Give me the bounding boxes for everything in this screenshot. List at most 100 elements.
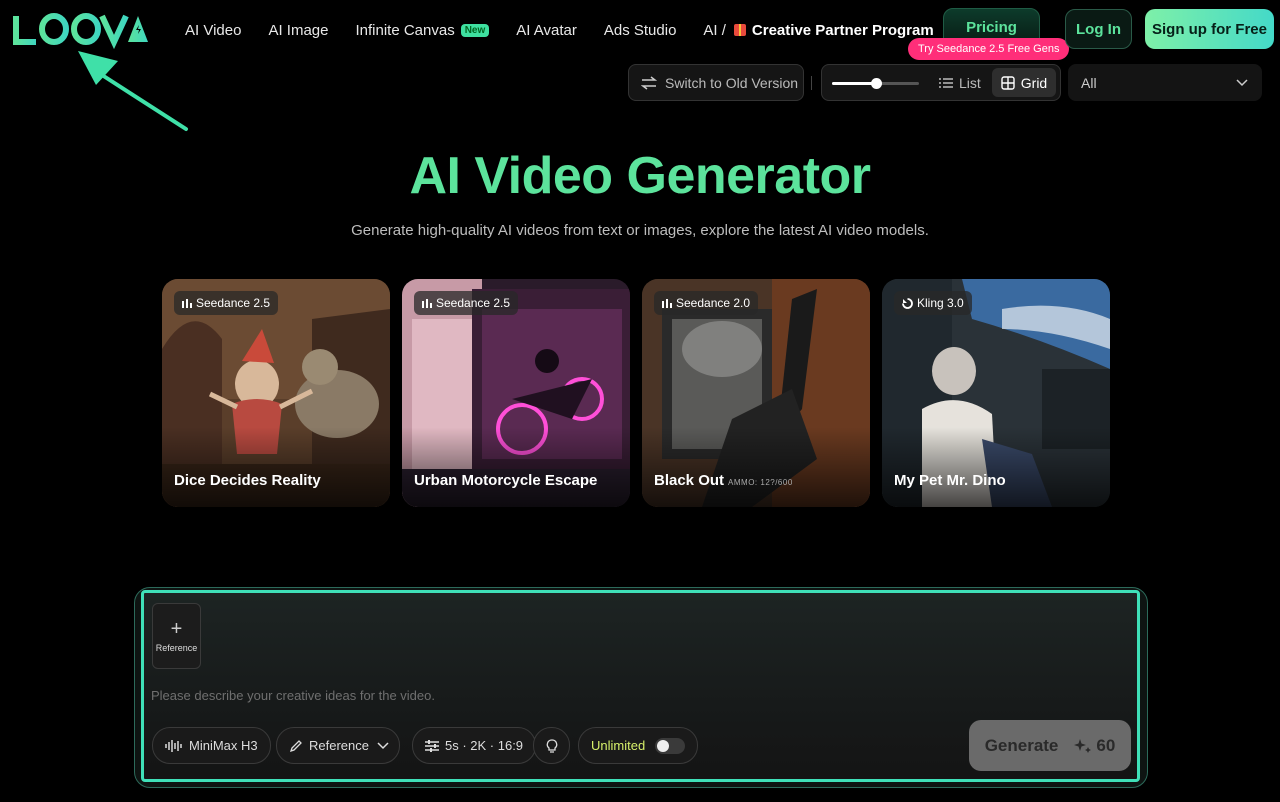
reference-mode-chip[interactable]: Reference (276, 727, 400, 764)
nav-item-infinite-canvas[interactable]: Infinite Canvas New (355, 21, 490, 39)
view-list-button[interactable]: List (939, 65, 981, 100)
nav-item-creative-partner[interactable]: Creative Partner Program (730, 22, 934, 39)
video-settings-chip[interactable]: 5s · 2K · 16:9 (412, 727, 537, 764)
switch-old-version-button[interactable]: Switch to Old Version (628, 64, 804, 101)
card-title-text: Urban Motorcycle Escape (414, 472, 598, 489)
main-nav: AI Video AI Image Infinite Canvas New AI … (185, 20, 961, 40)
switch-label: Switch to Old Version (665, 74, 799, 91)
credit-cost: 60 (1074, 736, 1115, 756)
filter-value: All (1081, 74, 1097, 91)
gift-icon (733, 24, 746, 36)
zoom-slider[interactable] (832, 78, 919, 89)
nav-item-ai-avatar[interactable]: AI Avatar (516, 22, 577, 39)
nav-item-ai-more[interactable]: AI / (703, 22, 726, 39)
credit-cost-value: 60 (1096, 735, 1116, 755)
card-title-text: Black Out (654, 472, 725, 489)
card-shade (882, 427, 1110, 507)
grid-icon (1001, 75, 1015, 90)
sliders-icon (425, 739, 439, 752)
card-title: Black Out AMMO: 12?/600 (654, 472, 793, 489)
loova-logo[interactable] (10, 10, 150, 50)
nav-item-ai-video[interactable]: AI Video (185, 22, 241, 39)
nav-label: Infinite Canvas (355, 21, 455, 39)
nav-label: Creative Partner Program (751, 21, 934, 39)
chevron-down-icon (377, 741, 389, 749)
sparkle-icon (1074, 738, 1092, 753)
promo-badge[interactable]: Try Seedance 2.5 Free Gens (908, 38, 1070, 60)
chevron-down-icon (1236, 78, 1248, 86)
page-subtitle: Generate high-quality AI videos from tex… (351, 222, 929, 239)
model-tag-label: Seedance 2.5 (436, 296, 511, 310)
nav-label: AI Image (268, 21, 329, 39)
page-title: AI Video Generator (409, 147, 871, 205)
ammo-overlay-text: AMMO: 12?/600 (728, 478, 793, 487)
model-tag: Seedance 2.5 (174, 291, 279, 315)
model-tag-label: Seedance 2.0 (676, 296, 751, 310)
list-icon (939, 77, 953, 88)
generate-button[interactable]: Generate 60 (969, 720, 1131, 771)
new-badge: New (460, 23, 490, 37)
nav-item-ads-studio[interactable]: Ads Studio (604, 22, 677, 39)
login-label: Log In (1076, 20, 1121, 38)
view-grid-label: Grid (1020, 74, 1048, 91)
video-card[interactable]: Seedance 2.0 Black Out AMMO: 12?/600 (642, 279, 870, 507)
model-tag: Kling 3.0 (894, 291, 972, 315)
promo-label: Try Seedance 2.5 Free Gens (918, 43, 1060, 55)
unlimited-toggle[interactable] (655, 737, 686, 754)
login-button[interactable]: Log In (1065, 9, 1132, 49)
lightbulb-icon (546, 738, 557, 753)
model-tag: Seedance 2.0 (654, 291, 759, 315)
nav-label: Ads Studio (603, 21, 677, 39)
arrow-annotation-icon (78, 51, 188, 131)
add-reference-button[interactable]: + Reference (152, 603, 201, 669)
bars-icon (182, 299, 192, 308)
model-tag-label: Seedance 2.5 (196, 296, 271, 310)
bars-icon (422, 299, 432, 308)
card-title: My Pet Mr. Dino (894, 472, 1006, 489)
toggle-knob (657, 739, 670, 752)
card-shade (402, 427, 630, 507)
card-title: Urban Motorcycle Escape (414, 472, 597, 489)
card-title-text: Dice Decides Reality (174, 472, 321, 489)
signup-label: Sign up for Free (1151, 20, 1267, 38)
model-select-chip[interactable]: MiniMax H3 (152, 727, 271, 764)
toolbar-divider (811, 76, 812, 90)
video-card[interactable]: Seedance 2.5 Dice Decides Reality (162, 279, 390, 507)
waveform-icon (165, 739, 182, 752)
unlimited-toggle-chip[interactable]: Unlimited (578, 727, 699, 764)
view-grid-button[interactable]: Grid (992, 68, 1056, 97)
kling-icon (902, 297, 913, 309)
prompt-input[interactable] (151, 684, 971, 706)
model-tag: Seedance 2.5 (414, 291, 519, 315)
unlimited-label: Unlimited (591, 738, 646, 753)
nav-label: AI Avatar (516, 21, 577, 39)
generate-label: Generate (984, 735, 1059, 755)
page: AI Video AI Image Infinite Canvas New AI … (0, 0, 1280, 802)
model-tag-label: Kling 3.0 (917, 296, 964, 310)
filter-select[interactable]: All (1068, 64, 1262, 101)
card-shade (642, 427, 870, 507)
idea-helper-button[interactable] (533, 727, 570, 764)
nav-label: AI Video (185, 21, 242, 39)
model-chip-label: MiniMax H3 (189, 738, 258, 753)
bars-icon (662, 299, 672, 308)
zoom-slider-handle[interactable] (870, 78, 882, 89)
card-shade (162, 427, 390, 507)
nav-label: AI / (703, 21, 726, 39)
pricing-label: Pricing (966, 19, 1017, 36)
plus-icon: + (170, 618, 183, 640)
signup-button[interactable]: Sign up for Free (1145, 9, 1274, 49)
video-card[interactable]: Seedance 2.5 Urban Motorcycle Escape (402, 279, 630, 507)
view-list-label: List (959, 74, 981, 91)
reference-chip-label: Reference (309, 738, 369, 753)
card-title-text: My Pet Mr. Dino (894, 472, 1006, 489)
reference-tile-label: Reference (155, 643, 198, 653)
view-controls: List Grid (821, 64, 1061, 101)
nav-item-ai-image[interactable]: AI Image (268, 22, 328, 39)
video-card[interactable]: Kling 3.0 My Pet Mr. Dino (882, 279, 1110, 507)
settings-chip-label: 5s · 2K · 16:9 (445, 738, 524, 753)
swap-icon (641, 75, 657, 90)
zoom-slider-fill (832, 82, 876, 85)
pen-icon (289, 739, 302, 752)
card-title: Dice Decides Reality (174, 472, 321, 489)
